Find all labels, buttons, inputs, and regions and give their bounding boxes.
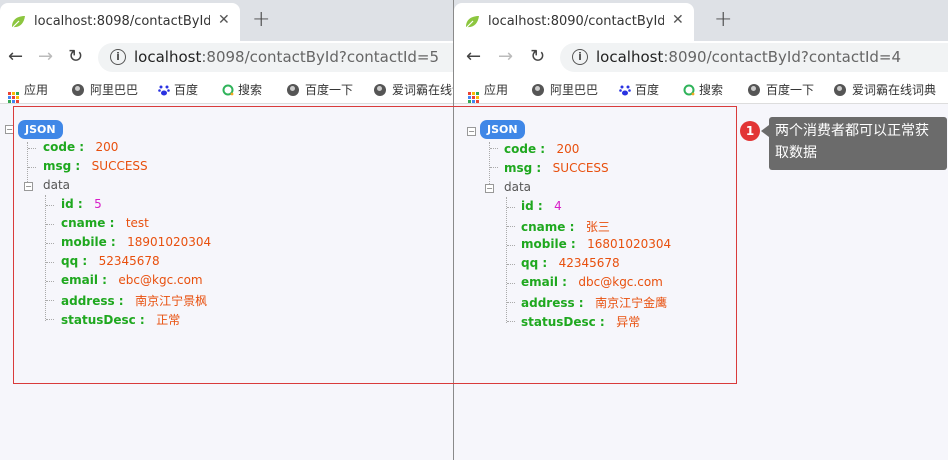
json-row-code: code : 200 <box>43 140 119 154</box>
back-arrow-icon[interactable]: ← <box>466 46 481 67</box>
callout-number-badge: 1 <box>740 121 760 141</box>
json-row-data: data <box>504 180 532 194</box>
json-field: statusDesc : 正常 <box>61 313 181 327</box>
tab-strip: localhost:8098/contactById?contactId=5 ✕… <box>0 0 453 41</box>
bookmark-baidu[interactable]: 百度 <box>619 81 659 98</box>
tab-title: localhost:8098/contactById?contactId=5 <box>34 14 210 29</box>
json-row-code: code : 200 <box>504 142 580 156</box>
json-field: qq : 52345678 <box>61 254 160 268</box>
browser-toolbar: ← → ↻ i localhost:8098/contactById?conta… <box>0 41 453 74</box>
browser-window-left: localhost:8098/contactById?contactId=5 ✕… <box>0 0 453 460</box>
address-bar[interactable]: i localhost:8090/contactById?contactId=4 <box>560 43 948 72</box>
json-field: email : ebc@kgc.com <box>61 273 203 287</box>
collapse-toggle-icon[interactable]: − <box>24 182 33 191</box>
apps-grid-icon <box>468 92 479 103</box>
address-bar[interactable]: i localhost:8098/contactById?contactId=5 <box>98 43 453 72</box>
json-field: mobile : 18901020304 <box>61 235 212 249</box>
callout-note: 两个消费者都可以正常获取数据 <box>761 117 947 170</box>
tree-guide <box>45 195 46 321</box>
url-text[interactable]: localhost:8098/contactById?contactId=5 <box>134 48 439 66</box>
bookmark-iciba[interactable]: 爱词霸在线词典 <box>834 81 936 98</box>
tree-guide <box>489 142 490 190</box>
bookmark-search[interactable]: 搜索 <box>222 81 262 98</box>
collapse-toggle-icon[interactable]: − <box>5 125 14 134</box>
close-tab-icon[interactable]: ✕ <box>218 12 230 28</box>
json-field: qq : 42345678 <box>521 256 620 270</box>
info-icon[interactable]: i <box>110 49 126 65</box>
json-field: email : dbc@kgc.com <box>521 275 663 289</box>
new-tab-button[interactable]: + <box>714 7 732 32</box>
reload-icon[interactable]: ↻ <box>530 46 545 67</box>
json-row-msg: msg : SUCCESS <box>43 159 148 173</box>
tab-title: localhost:8090/contactById?contactId=4 <box>488 14 664 29</box>
url-text[interactable]: localhost:8090/contactById?contactId=4 <box>596 48 901 66</box>
bookmark-apps[interactable]: 应用 <box>8 81 48 103</box>
collapse-toggle-icon[interactable]: − <box>467 127 476 136</box>
forward-arrow-icon[interactable]: → <box>498 46 513 67</box>
baidu-paw-icon <box>158 85 170 96</box>
bookmarks-bar: 应用 阿里巴巴 百度 搜索 百度一下 爱词霸在线词典 <box>0 74 453 104</box>
bookmark-search[interactable]: 搜索 <box>683 81 723 98</box>
globe-icon <box>532 84 544 96</box>
browser-window-right: localhost:8090/contactById?contactId=4 ✕… <box>454 0 948 460</box>
json-field: id : 4 <box>521 199 562 213</box>
search-ring-icon <box>683 84 695 96</box>
collapse-toggle-icon[interactable]: − <box>485 184 494 193</box>
json-row-msg: msg : SUCCESS <box>504 161 609 175</box>
globe-icon <box>287 84 299 96</box>
back-arrow-icon[interactable]: ← <box>8 46 23 67</box>
baidu-paw-icon <box>619 85 631 96</box>
browser-tab[interactable]: localhost:8090/contactById?contactId=4 ✕ <box>454 3 694 41</box>
globe-icon <box>374 84 386 96</box>
search-ring-icon <box>222 84 234 96</box>
tree-guide <box>28 148 36 149</box>
globe-icon <box>834 84 846 96</box>
json-badge: JSON <box>480 120 525 139</box>
spring-leaf-icon <box>465 16 479 29</box>
globe-icon <box>72 84 84 96</box>
browser-toolbar: ← → ↻ i localhost:8090/contactById?conta… <box>454 41 948 74</box>
apps-grid-icon <box>8 92 19 103</box>
bookmark-baidu-once[interactable]: 百度一下 <box>287 81 353 98</box>
globe-icon <box>748 84 760 96</box>
forward-arrow-icon[interactable]: → <box>38 46 53 67</box>
json-field: mobile : 16801020304 <box>521 237 672 251</box>
json-row-data: data <box>43 178 71 192</box>
json-field: address : 南京江宁景枫 <box>61 294 208 308</box>
json-field: statusDesc : 异常 <box>521 315 641 329</box>
tab-strip: localhost:8090/contactById?contactId=4 ✕… <box>454 0 948 41</box>
bookmark-alibaba[interactable]: 阿里巴巴 <box>532 81 598 98</box>
tree-guide <box>506 197 507 323</box>
bookmark-apps[interactable]: 应用 <box>468 81 508 103</box>
reload-icon[interactable]: ↻ <box>68 46 83 67</box>
bookmarks-bar: 应用 阿里巴巴 百度 搜索 百度一下 爱词霸在线词典 <box>454 74 948 104</box>
browser-tab[interactable]: localhost:8098/contactById?contactId=5 ✕ <box>0 3 240 41</box>
json-field: address : 南京江宁金鹰 <box>521 296 668 310</box>
json-field: id : 5 <box>61 197 102 211</box>
bookmark-baidu-once[interactable]: 百度一下 <box>748 81 814 98</box>
new-tab-button[interactable]: + <box>252 7 270 32</box>
tree-guide <box>490 167 498 168</box>
bookmark-baidu[interactable]: 百度 <box>158 81 198 98</box>
close-tab-icon[interactable]: ✕ <box>672 12 684 28</box>
spring-leaf-icon <box>11 16 25 29</box>
tree-guide <box>28 167 36 168</box>
json-field: cname : test <box>61 216 149 230</box>
json-badge: JSON <box>18 120 63 139</box>
bookmark-iciba[interactable]: 爱词霸在线词典 <box>374 81 453 98</box>
json-field: cname : 张三 <box>521 220 610 234</box>
info-icon[interactable]: i <box>572 49 588 65</box>
json-viewer: − JSON code : 200 msg : SUCCESS − data i… <box>0 105 453 460</box>
tree-guide <box>490 148 498 149</box>
bookmark-alibaba[interactable]: 阿里巴巴 <box>72 81 138 98</box>
